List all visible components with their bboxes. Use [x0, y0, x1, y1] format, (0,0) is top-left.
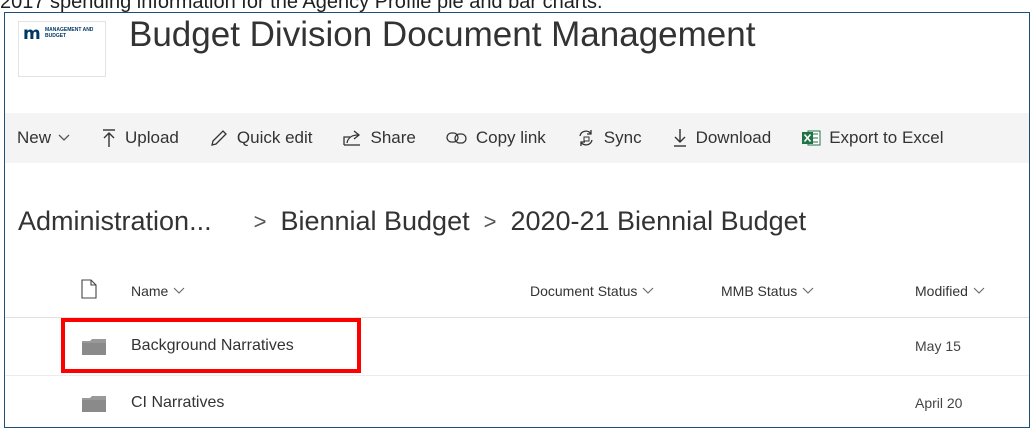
breadcrumb-current: 2020-21 Biennial Budget: [510, 206, 807, 236]
breadcrumb-item[interactable]: Biennial Budget: [280, 206, 469, 237]
sharepoint-window: m MANAGEMENT AND BUDGET Budget Division …: [4, 12, 1030, 428]
share-icon: [342, 129, 362, 147]
upload-label: Upload: [125, 128, 179, 147]
download-label: Download: [695, 128, 772, 147]
site-title[interactable]: Budget Division Document Management: [129, 15, 755, 55]
site-logo[interactable]: m MANAGEMENT AND BUDGET: [18, 21, 106, 77]
chevron-down-icon: [802, 287, 814, 295]
quick-edit-label: Quick edit: [236, 128, 313, 147]
column-modified-label: Modified: [915, 283, 968, 299]
list-header: Name Document Status MMB Status Modified: [5, 271, 1029, 318]
column-name-label: Name: [131, 283, 169, 299]
share-label: Share: [370, 128, 416, 147]
new-button[interactable]: New: [17, 128, 71, 148]
copy-link-button[interactable]: Copy link: [446, 128, 546, 148]
column-header-modified[interactable]: Modified: [915, 283, 985, 299]
folder-icon: [81, 338, 107, 361]
download-button[interactable]: Download: [672, 128, 772, 148]
upload-button[interactable]: Upload: [101, 128, 179, 148]
chevron-down-icon: [973, 287, 985, 295]
column-header-name[interactable]: Name: [131, 283, 185, 299]
list-row[interactable]: Background Narratives May 15: [5, 318, 1029, 376]
chevron-down-icon: [173, 287, 185, 295]
row-modified: May 15: [915, 338, 961, 354]
download-icon: [672, 128, 688, 148]
chevron-down-icon: [642, 287, 654, 295]
row-modified: April 20: [915, 395, 963, 411]
column-header-document-status[interactable]: Document Status: [530, 283, 654, 299]
folder-icon: [81, 395, 107, 418]
row-name-link[interactable]: CI Narratives: [131, 394, 224, 412]
quick-edit-button[interactable]: Quick edit: [209, 128, 313, 148]
pencil-icon: [209, 128, 229, 148]
breadcrumb: Administration... > Biennial Budget > 20…: [18, 206, 806, 237]
chevron-right-icon: >: [253, 208, 267, 234]
sync-button[interactable]: Sync: [576, 128, 642, 148]
new-label: New: [17, 128, 52, 147]
site-header: m MANAGEMENT AND BUDGET Budget Division …: [5, 13, 1029, 113]
column-document-status-label: Document Status: [530, 283, 638, 299]
chevron-down-icon: [57, 133, 71, 143]
upload-icon: [101, 128, 117, 148]
logo-text: MANAGEMENT AND BUDGET: [45, 27, 94, 39]
excel-icon: [801, 129, 821, 147]
share-button[interactable]: Share: [342, 128, 416, 148]
column-mmb-status-label: MMB Status: [721, 283, 798, 299]
chevron-right-icon: >: [483, 208, 497, 234]
file-type-icon[interactable]: [81, 279, 97, 302]
sync-label: Sync: [603, 128, 642, 147]
column-header-mmb-status[interactable]: MMB Status: [721, 283, 814, 299]
row-name-link[interactable]: Background Narratives: [131, 337, 294, 355]
link-icon: [446, 130, 468, 146]
breadcrumb-item[interactable]: Administration...: [18, 206, 212, 237]
command-bar: New Upload Quick edit Share Copy link Sy…: [5, 113, 1029, 163]
export-label: Export to Excel: [829, 128, 944, 147]
logo-letter: m: [23, 24, 41, 44]
list-row[interactable]: CI Narratives April 20: [5, 375, 1029, 427]
export-to-excel-button[interactable]: Export to Excel: [801, 128, 944, 148]
copy-link-label: Copy link: [475, 128, 546, 147]
page-caption: 2017 spending information for the Agency…: [0, 0, 603, 12]
sync-icon: [576, 128, 596, 148]
